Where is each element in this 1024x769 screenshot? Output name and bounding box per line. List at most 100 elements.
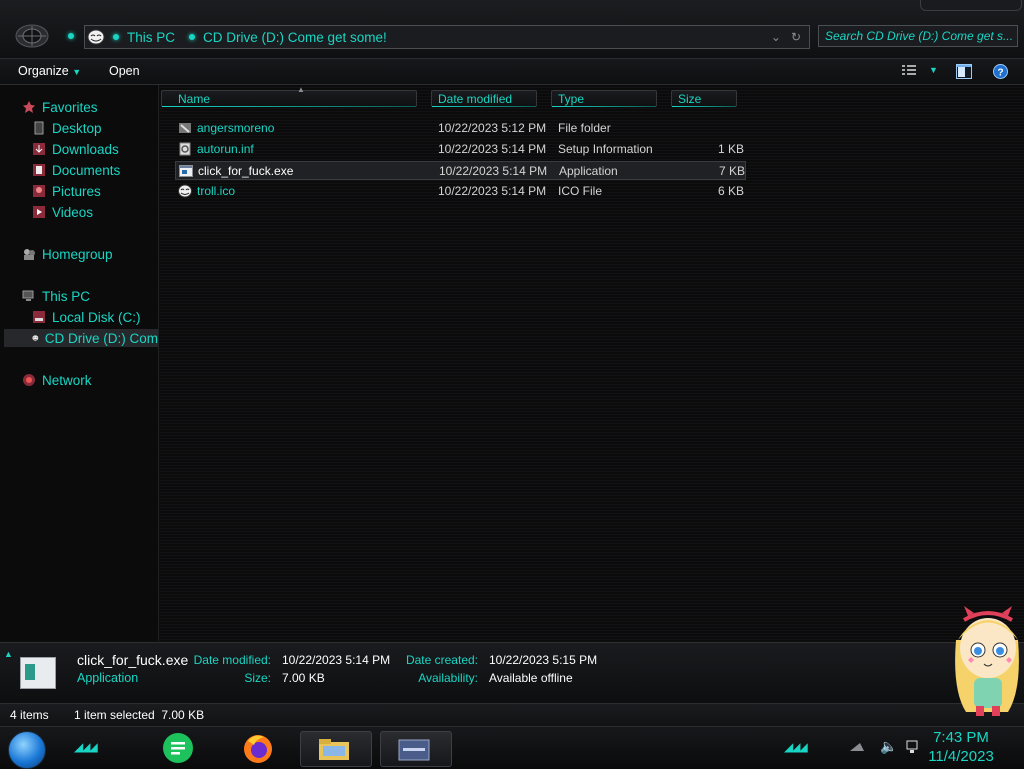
pictures-icon [33, 185, 45, 197]
nav-downloads[interactable]: Downloads [32, 140, 119, 158]
column-name[interactable]: Name [161, 90, 417, 107]
nav-documents-label: Documents [52, 162, 121, 178]
nav-videos[interactable]: Videos [32, 203, 93, 221]
help-icon[interactable]: ? [993, 64, 1008, 79]
column-type[interactable]: Type [551, 90, 657, 107]
file-type: File folder [558, 121, 611, 135]
folder-icon [319, 739, 349, 760]
status-item-count: 4 items [10, 708, 49, 722]
file-row-autorun[interactable]: autorun.inf 10/22/2023 5:14 PM Setup Inf… [175, 140, 746, 159]
file-name: angersmoreno [197, 121, 275, 135]
nav-desktop[interactable]: Desktop [32, 119, 102, 137]
file-list[interactable]: Name ▲ Date modified Type Size angersmor… [159, 85, 1024, 641]
nav-cd-drive[interactable]: CD Drive (D:) Com [4, 329, 158, 347]
details-left-chevron-icon: ▲ [4, 649, 13, 659]
window-controls-notch[interactable] [920, 0, 1022, 11]
troll-face-icon [87, 29, 105, 45]
show-hidden-icons-icon[interactable] [848, 741, 866, 753]
nav-homegroup[interactable]: Homegroup [22, 245, 113, 263]
nav-homegroup-label: Homegroup [42, 246, 113, 262]
sort-arrow-icon: ▲ [297, 85, 305, 94]
details-size: 7.00 KB [282, 671, 325, 685]
desktop-icon [34, 121, 44, 135]
chevron-down-icon: ▼ [72, 67, 82, 77]
nav-videos-label: Videos [52, 204, 94, 220]
search-input[interactable]: Search CD Drive (D:) Come get s... [818, 25, 1018, 47]
nav-favorites[interactable]: Favorites [22, 98, 98, 116]
refresh-icon[interactable]: ↻ [791, 30, 801, 44]
downloads-icon [33, 143, 45, 155]
address-dropdown-icon[interactable]: ⌄ [771, 30, 781, 44]
file-row-click-for-fuck[interactable]: click_for_fuck.exe 10/22/2023 5:14 PM Ap… [175, 161, 746, 180]
file-date: 10/22/2023 5:14 PM [438, 184, 547, 198]
column-date-modified[interactable]: Date modified [431, 90, 537, 107]
svg-text:?: ? [997, 68, 1003, 79]
breadcrumb-cd-drive[interactable]: CD Drive (D:) Come get some! [203, 30, 387, 45]
application-icon [20, 657, 56, 689]
application-window-icon [398, 739, 430, 761]
volume-icon[interactable]: 🔈 [880, 738, 897, 755]
breadcrumb-this-pc[interactable]: This PC [127, 30, 175, 45]
details-date-modified-label: Date modified: [193, 653, 271, 667]
breadcrumb-separator-icon [189, 34, 196, 40]
status-selection: 1 item selected 7.00 KB [74, 708, 205, 722]
start-button[interactable] [8, 731, 46, 769]
window-taskbar-button[interactable] [380, 731, 452, 767]
nav-cd-drive-label: CD Drive (D:) Com [44, 330, 158, 346]
application-icon [179, 165, 193, 177]
nav-network[interactable]: Network [22, 371, 92, 389]
network-icon [23, 374, 35, 386]
details-availability-label: Availability: [418, 671, 478, 685]
nav-documents[interactable]: Documents [32, 161, 120, 179]
file-size: 7 KB [718, 164, 745, 178]
details-availability: Available offline [489, 671, 573, 685]
troll-face-icon [178, 184, 192, 198]
column-size[interactable]: Size [671, 90, 737, 107]
taskbar: ◢◢◢ ◢◢◢ 🔈 7:43 PM 11/4/2023 [0, 726, 1024, 769]
folder-icon [179, 123, 191, 133]
file-name: click_for_fuck.exe [198, 164, 294, 178]
nav-local-disk[interactable]: Local Disk (C:) [32, 308, 141, 326]
file-size: 1 KB [717, 142, 744, 156]
taskbar-decoration-icon: ◢◢◢ [784, 740, 808, 754]
file-date: 10/22/2023 5:14 PM [438, 142, 547, 156]
view-options-button[interactable]: ▼ [901, 63, 938, 77]
documents-icon [33, 164, 45, 176]
file-date: 10/22/2023 5:12 PM [438, 121, 547, 135]
file-explorer-taskbar-button[interactable] [300, 731, 372, 767]
recent-pages-dot[interactable] [68, 33, 74, 39]
open-button[interactable]: Open [109, 64, 140, 78]
firefox-icon[interactable] [240, 731, 276, 765]
nav-this-pc[interactable]: This PC [22, 287, 90, 305]
back-forward-icon[interactable] [14, 22, 50, 50]
file-name: troll.ico [197, 184, 236, 198]
file-row-troll-ico[interactable]: troll.ico 10/22/2023 5:14 PM ICO File 6 … [175, 182, 746, 201]
details-date-created-label: Date created: [405, 653, 478, 667]
details-size-label: Size: [244, 671, 271, 685]
computer-icon [22, 290, 34, 301]
navigation-pane: Favorites Desktop Downloads Documents Pi… [0, 85, 159, 641]
nav-network-label: Network [42, 372, 92, 388]
clock-time: 7:43 PM [933, 729, 989, 746]
videos-icon [33, 206, 45, 218]
homegroup-icon [24, 249, 35, 260]
details-file-name: click_for_fuck.exe [77, 652, 189, 668]
column-headers: Name ▲ Date modified Type Size [159, 85, 759, 109]
system-clock[interactable]: 7:43 PM 11/4/2023 [916, 728, 1006, 766]
breadcrumb-separator-icon [113, 34, 119, 40]
notes-app-icon[interactable] [160, 731, 196, 765]
file-size: 6 KB [717, 184, 744, 198]
status-bar: 4 items 1 item selected 7.00 KB [0, 703, 1024, 726]
organize-button[interactable]: Organize ▼ [18, 64, 81, 78]
troll-face-icon [32, 334, 39, 342]
address-bar[interactable]: This PC CD Drive (D:) Come get some! ⌄ ↻ [84, 25, 810, 49]
file-date: 10/22/2023 5:14 PM [439, 164, 548, 178]
title-bar: This PC CD Drive (D:) Come get some! ⌄ ↻… [0, 0, 1024, 59]
file-row-angersmoreno[interactable]: angersmoreno 10/22/2023 5:12 PM File fol… [175, 119, 746, 138]
taskbar-decoration-icon: ◢◢◢ [74, 740, 98, 754]
chevron-down-icon: ▼ [929, 65, 938, 75]
file-type: Application [559, 164, 618, 178]
nav-downloads-label: Downloads [52, 141, 119, 157]
preview-pane-icon[interactable] [956, 64, 972, 79]
nav-pictures[interactable]: Pictures [32, 182, 101, 200]
